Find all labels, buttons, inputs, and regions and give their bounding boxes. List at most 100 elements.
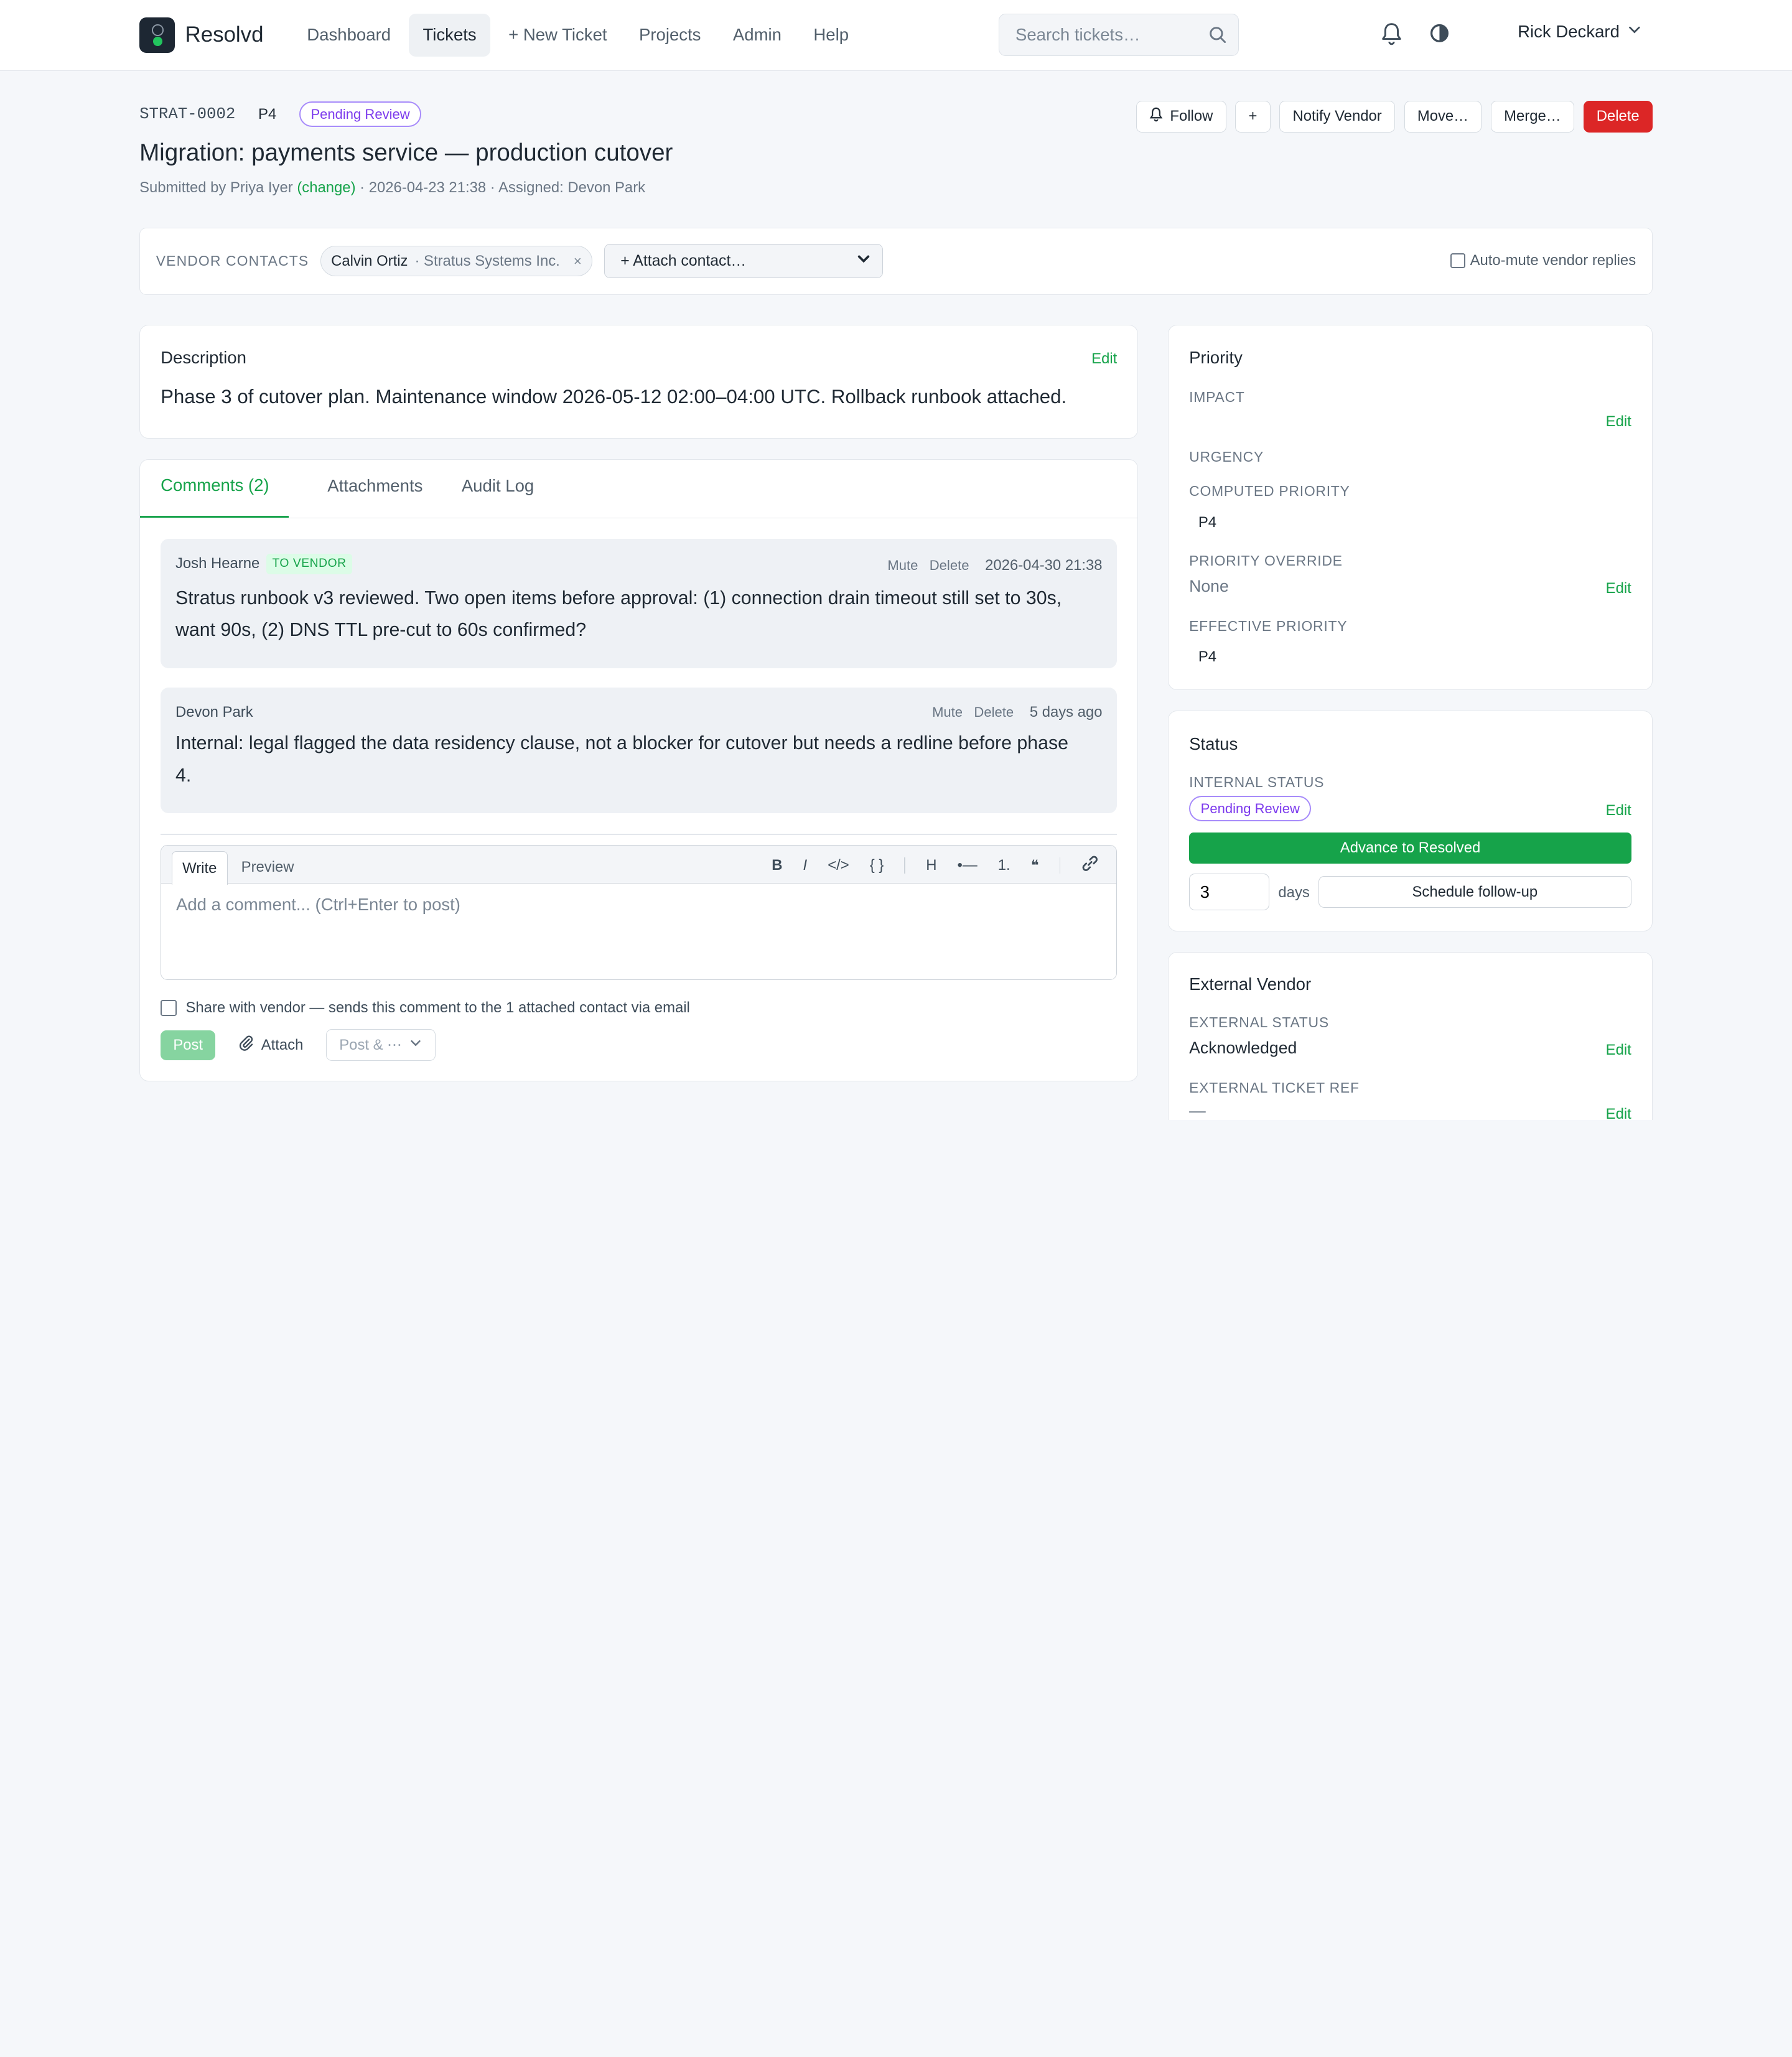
nav-help[interactable]: Help bbox=[800, 14, 862, 57]
external-vendor-card: External Vendor EXTERNAL STATUS Acknowle… bbox=[1168, 951, 1653, 1120]
vendor-contacts-label: VENDOR CONTACTS bbox=[156, 253, 309, 269]
external-vendor-title: External Vendor bbox=[1189, 974, 1312, 994]
mute-comment-button[interactable]: Mute bbox=[887, 557, 918, 574]
app-name: Resolvd bbox=[185, 22, 264, 47]
comment-author-row: Devon Park bbox=[175, 704, 253, 721]
comment-input[interactable] bbox=[161, 883, 1117, 980]
edit-status-link[interactable]: Edit bbox=[1606, 802, 1631, 819]
comment-text: Stratus runbook v3 reviewed. Two open it… bbox=[175, 587, 1062, 641]
attach-label: Attach bbox=[261, 1036, 304, 1053]
paperclip-icon bbox=[238, 1035, 254, 1055]
contact-org: · Stratus Systems Inc. bbox=[414, 252, 560, 269]
delete-comment-button[interactable]: Delete bbox=[930, 557, 969, 574]
comment-timestamp: 2026-04-30 21:38 bbox=[985, 557, 1103, 574]
nav-admin[interactable]: Admin bbox=[719, 14, 795, 57]
comment-author: Devon Park bbox=[175, 703, 253, 721]
contact-name: Calvin Ortiz bbox=[331, 252, 408, 269]
post-button[interactable]: Post bbox=[161, 1030, 216, 1060]
comment-editor: Write Preview B I </> { } H •— 1. ❝ bbox=[161, 845, 1118, 981]
edit-override-link[interactable]: Edit bbox=[1606, 580, 1631, 597]
search-icon[interactable] bbox=[1208, 26, 1226, 49]
share-with-vendor-checkbox[interactable] bbox=[161, 1000, 177, 1017]
link-icon[interactable] bbox=[1081, 855, 1099, 877]
effective-priority-label: EFFECTIVE PRIORITY bbox=[1189, 617, 1348, 634]
nav-new-ticket[interactable]: + New Ticket bbox=[495, 14, 621, 57]
comment-item: Devon Park Mute Delete 5 days ago Intern… bbox=[161, 687, 1118, 813]
share-with-vendor[interactable]: Share with vendor — sends this comment t… bbox=[161, 999, 690, 1017]
chevron-down-icon bbox=[1626, 22, 1643, 42]
quote-button[interactable]: ❝ bbox=[1031, 857, 1039, 875]
priority-override-value: None bbox=[1189, 576, 1229, 595]
search-input[interactable] bbox=[1015, 25, 1198, 45]
remove-contact-icon[interactable]: × bbox=[574, 253, 582, 269]
edit-external-ref-link[interactable]: Edit bbox=[1606, 1106, 1631, 1120]
activity-tabs: Comments (2) Attachments Audit Log bbox=[140, 460, 1138, 518]
user-name: Rick Deckard bbox=[1518, 22, 1620, 42]
comment-item: Josh Hearne TO VENDOR Mute Delete 2026-0… bbox=[161, 539, 1118, 668]
post-actions: Post Attach Post & ⋯ bbox=[161, 1029, 436, 1061]
tab-attachments[interactable]: Attachments bbox=[327, 476, 422, 518]
theme-toggle-icon[interactable] bbox=[1429, 22, 1450, 49]
nav-projects[interactable]: Projects bbox=[625, 14, 715, 57]
page-title: Migration: payments service — production… bbox=[139, 139, 673, 167]
attach-contact-label: + Attach contact… bbox=[620, 252, 747, 269]
attach-button[interactable]: Attach bbox=[229, 1035, 312, 1055]
auto-mute-toggle[interactable]: Auto-mute vendor replies bbox=[1450, 252, 1636, 269]
vendor-contacts-bar: VENDOR CONTACTS Calvin Ortiz · Stratus S… bbox=[139, 227, 1653, 295]
code-block-button[interactable]: { } bbox=[870, 857, 884, 874]
notifications-bell-icon[interactable] bbox=[1381, 22, 1402, 51]
internal-status-badge: Pending Review bbox=[1189, 796, 1312, 822]
change-submitter-link[interactable]: (change) bbox=[297, 179, 355, 196]
comment-text: Internal: legal flagged the data residen… bbox=[175, 733, 1068, 786]
follow-up-days-input[interactable] bbox=[1189, 874, 1269, 910]
numbered-list-button[interactable]: 1. bbox=[998, 857, 1010, 874]
auto-mute-checkbox[interactable] bbox=[1450, 253, 1466, 268]
status-badge: Pending Review bbox=[299, 101, 422, 128]
user-menu[interactable]: Rick Deckard bbox=[1518, 22, 1643, 42]
vendor-contact-chip: Calvin Ortiz · Stratus Systems Inc. × bbox=[320, 245, 593, 277]
days-label: days bbox=[1278, 884, 1310, 901]
move-button[interactable]: Move… bbox=[1404, 100, 1482, 133]
nav-tickets[interactable]: Tickets bbox=[409, 14, 490, 57]
attach-contact-select[interactable]: + Attach contact… bbox=[604, 244, 883, 279]
edit-description-link[interactable]: Edit bbox=[1091, 350, 1117, 368]
add-button[interactable]: + bbox=[1235, 100, 1271, 133]
divider bbox=[161, 833, 1118, 835]
heading-button[interactable]: H bbox=[926, 857, 936, 874]
mute-comment-button[interactable]: Mute bbox=[932, 704, 963, 721]
internal-status-label: INTERNAL STATUS bbox=[1189, 774, 1325, 791]
ticket-subline: Submitted by Priya Iyer (change) · 2026-… bbox=[139, 179, 645, 197]
delete-ticket-button[interactable]: Delete bbox=[1583, 100, 1653, 133]
edit-external-status-link[interactable]: Edit bbox=[1606, 1042, 1631, 1059]
bold-button[interactable]: B bbox=[772, 857, 782, 874]
follow-button[interactable]: Follow bbox=[1136, 100, 1226, 133]
italic-button[interactable]: I bbox=[803, 857, 808, 874]
post-and-more-button[interactable]: Post & ⋯ bbox=[326, 1029, 436, 1061]
description-card: Description Edit Phase 3 of cutover plan… bbox=[139, 324, 1139, 439]
computed-priority-label: COMPUTED PRIORITY bbox=[1189, 483, 1350, 500]
search-box bbox=[999, 14, 1239, 56]
tab-audit-log[interactable]: Audit Log bbox=[462, 476, 534, 518]
merge-button[interactable]: Merge… bbox=[1490, 100, 1574, 133]
notify-vendor-button[interactable]: Notify Vendor bbox=[1279, 100, 1395, 133]
priority-card: Priority IMPACT Edit URGENCY COMPUTED PR… bbox=[1168, 324, 1653, 691]
priority-title: Priority bbox=[1189, 348, 1243, 368]
nav-dashboard[interactable]: Dashboard bbox=[293, 14, 404, 57]
tab-preview[interactable]: Preview bbox=[231, 851, 304, 883]
top-navbar: Resolvd Dashboard Tickets + New Ticket P… bbox=[0, 0, 1792, 71]
edit-impact-link[interactable]: Edit bbox=[1606, 413, 1631, 431]
main-nav: Dashboard Tickets + New Ticket Projects … bbox=[293, 14, 862, 57]
ticket-meta-row: STRAT-0002 P4 Pending Review bbox=[139, 101, 422, 128]
submitted-details: · 2026-04-23 21:38 · Assigned: Devon Par… bbox=[360, 179, 646, 197]
bullet-list-button[interactable]: •— bbox=[958, 857, 978, 874]
app-logo[interactable]: Resolvd bbox=[139, 17, 264, 53]
schedule-follow-up-button[interactable]: Schedule follow-up bbox=[1318, 875, 1631, 908]
external-status-value: Acknowledged bbox=[1189, 1038, 1297, 1057]
code-button[interactable]: </> bbox=[828, 857, 849, 874]
advance-to-resolved-button[interactable]: Advance to Resolved bbox=[1189, 833, 1631, 864]
chevron-down-icon bbox=[409, 1036, 422, 1054]
toolbar-separator bbox=[1059, 857, 1061, 874]
delete-comment-button[interactable]: Delete bbox=[974, 704, 1014, 721]
tab-comments[interactable]: Comments (2) bbox=[140, 475, 289, 518]
tab-write[interactable]: Write bbox=[171, 851, 228, 885]
